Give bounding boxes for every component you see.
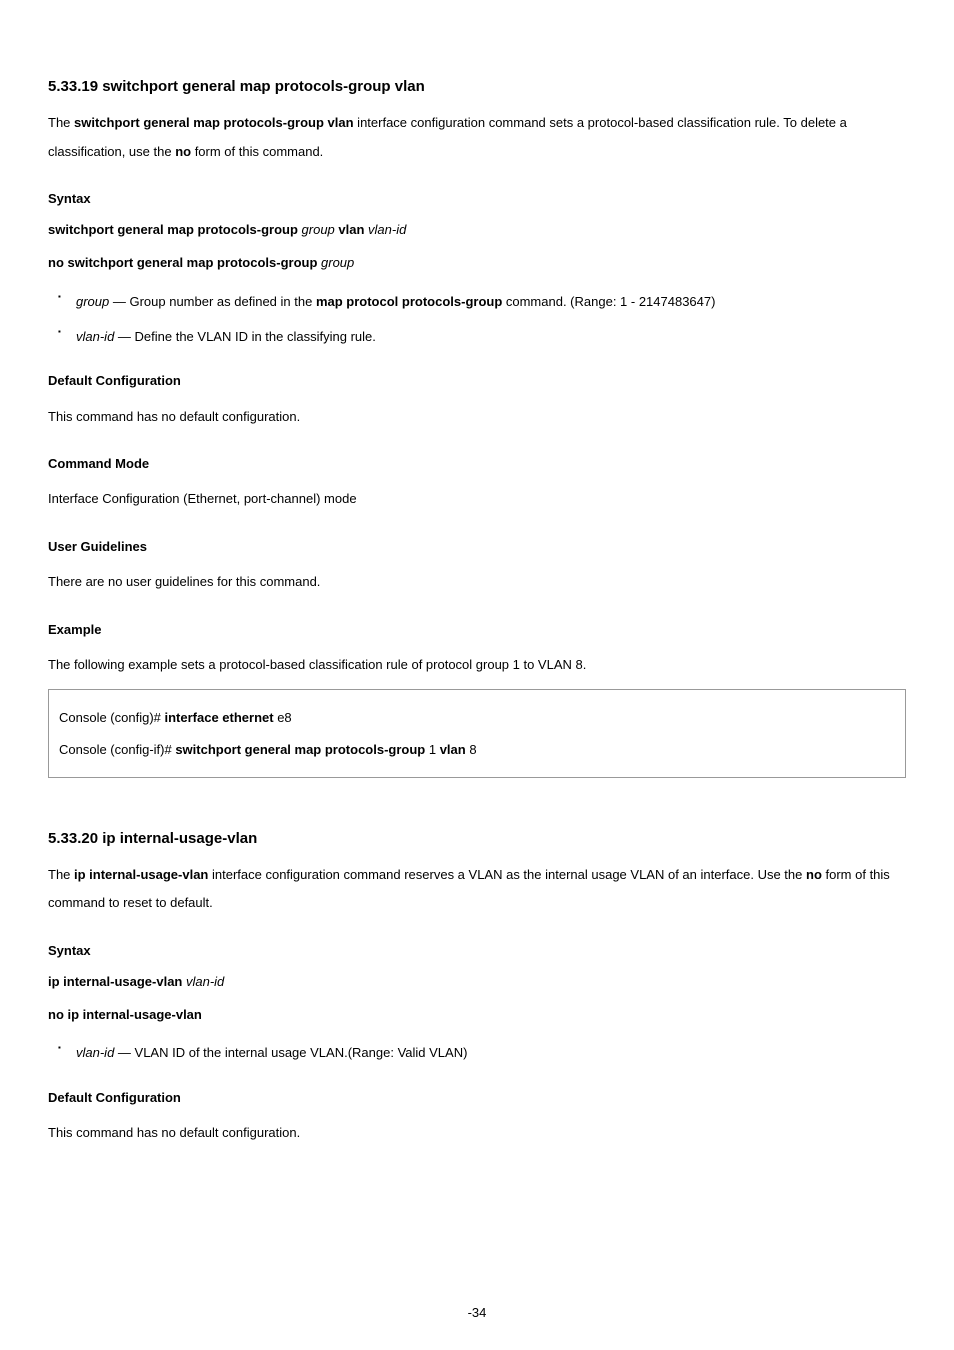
syntax-line-2a: ip internal-usage-vlan vlan-id <box>48 968 906 997</box>
syntax-heading-1: Syntax <box>48 190 906 208</box>
cmd-name: switchport general map protocols-group v… <box>74 115 354 130</box>
mode-text-1: Interface Configuration (Ethernet, port-… <box>48 485 906 514</box>
syntax-arg: vlan-id <box>368 222 406 237</box>
txt: interface configuration command reserves… <box>208 867 806 882</box>
no-keyword: no <box>806 867 822 882</box>
syntax-cmd: switchport general map protocols-group <box>48 222 302 237</box>
ug-text-1: There are no user guidelines for this co… <box>48 568 906 597</box>
txt: VLAN ID of the internal usage VLAN.(Rang… <box>135 1045 468 1060</box>
code-line: Console (config)# interface ethernet e8 <box>59 702 895 733</box>
txt: The <box>48 115 74 130</box>
example-code-box: Console (config)# interface ethernet e8 … <box>48 689 906 777</box>
txt: form of this command. <box>191 144 323 159</box>
txt: — Define the VLAN ID in the classifying … <box>114 329 376 344</box>
default-heading-1: Default Configuration <box>48 372 906 390</box>
list-item: vlan-id — VLAN ID of the internal usage … <box>48 1041 906 1064</box>
syntax-cmd: ip internal-usage-vlan <box>48 974 186 989</box>
list-item: vlan-id — Define the VLAN ID in the clas… <box>48 325 906 348</box>
syntax-line-2b: no ip internal-usage-vlan <box>48 1001 906 1030</box>
syntax-line-1a: switchport general map protocols-group g… <box>48 216 906 245</box>
prompt: Console (config-if)# <box>59 742 175 757</box>
syntax-heading-2: Syntax <box>48 942 906 960</box>
ug-heading-1: User Guidelines <box>48 538 906 556</box>
list-item: group — Group number as defined in the m… <box>48 290 906 313</box>
param-arg: vlan-id <box>76 329 114 344</box>
default-text-2: This command has no default configuratio… <box>48 1119 906 1148</box>
syntax-mid: vlan <box>338 222 368 237</box>
arg: 8 <box>469 742 476 757</box>
arg: e8 <box>277 710 291 725</box>
intro-para-1: The switchport general map protocols-gro… <box>48 109 906 166</box>
example-heading-1: Example <box>48 621 906 639</box>
syntax-cmd: no switchport general map protocols-grou… <box>48 255 321 270</box>
no-keyword: no <box>175 144 191 159</box>
cmd: switchport general map protocols-group <box>175 742 429 757</box>
txt: — Group number as defined in the <box>109 294 316 309</box>
prompt: Console (config)# <box>59 710 165 725</box>
syntax-arg: vlan-id <box>186 974 224 989</box>
mode-heading-1: Command Mode <box>48 455 906 473</box>
arg: 1 <box>429 742 440 757</box>
default-heading-2: Default Configuration <box>48 1089 906 1107</box>
code-line: Console (config-if)# switchport general … <box>59 734 895 765</box>
section-title-1: 5.33.19 switchport general map protocols… <box>48 76 906 97</box>
page-number: -34 <box>0 1304 954 1322</box>
param-bold: map protocol protocols-group <box>316 294 502 309</box>
param-list-2: vlan-id — VLAN ID of the internal usage … <box>48 1041 906 1064</box>
param-list-1: group — Group number as defined in the m… <box>48 290 906 349</box>
cmd: interface ethernet <box>165 710 278 725</box>
txt: command. (Range: 1 - 2147483647) <box>502 294 715 309</box>
param-arg: vlan-id — <box>76 1045 135 1060</box>
txt: The <box>48 867 74 882</box>
syntax-cmd: no ip internal-usage-vlan <box>48 1007 202 1022</box>
intro-para-2: The ip internal-usage-vlan interface con… <box>48 861 906 918</box>
syntax-line-1b: no switchport general map protocols-grou… <box>48 249 906 278</box>
example-text-1: The following example sets a protocol-ba… <box>48 651 906 680</box>
param-arg: group <box>76 294 109 309</box>
default-text-1: This command has no default configuratio… <box>48 403 906 432</box>
cmd: vlan <box>440 742 470 757</box>
cmd-name: ip internal-usage-vlan <box>74 867 208 882</box>
syntax-arg: group <box>321 255 354 270</box>
syntax-arg: group <box>302 222 339 237</box>
section-title-2: 5.33.20 ip internal-usage-vlan <box>48 828 906 849</box>
